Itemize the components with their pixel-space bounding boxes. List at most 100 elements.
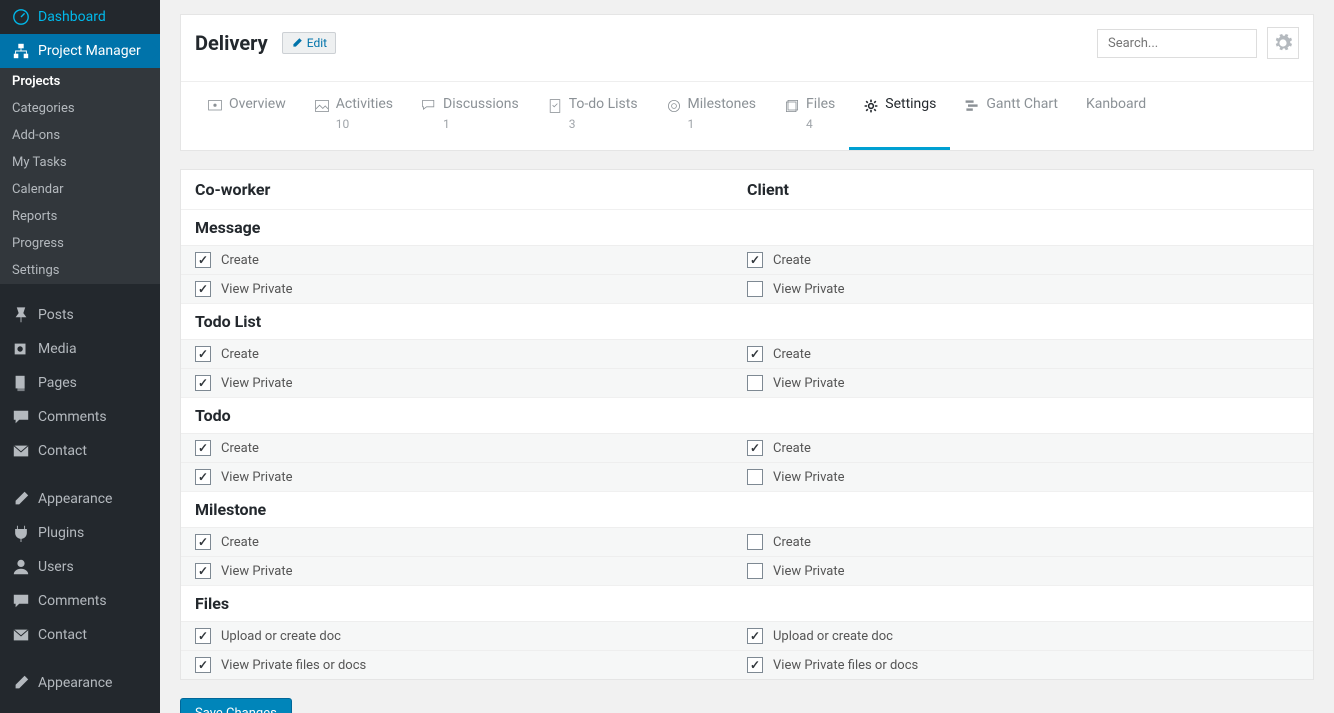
nav-comments-2[interactable]: Comments <box>0 584 160 618</box>
milestones-count: 1 <box>688 117 757 131</box>
search-input[interactable] <box>1097 29 1257 58</box>
row-files-vp: View Private files or docsView Private f… <box>181 650 1313 679</box>
cb-cw-milestone-create[interactable] <box>195 534 211 550</box>
brush-icon <box>12 490 30 508</box>
nav-contact-2[interactable]: Contact <box>0 618 160 652</box>
cb-cl-milestone-vp[interactable] <box>747 563 763 579</box>
admin-sidebar: Dashboard Project Manager Projects Categ… <box>0 0 160 713</box>
nav-media[interactable]: Media <box>0 332 160 366</box>
nav-contact[interactable]: Contact <box>0 434 160 468</box>
row-todo-create: CreateCreate <box>181 433 1313 462</box>
cb-cl-files-vp[interactable] <box>747 657 763 673</box>
nav-sub-projects[interactable]: Projects <box>0 68 160 95</box>
cb-cl-todolist-vp[interactable] <box>747 375 763 391</box>
comment-icon <box>12 592 30 610</box>
pin-icon <box>12 306 30 324</box>
nav-appearance-2[interactable]: Appearance <box>0 666 160 700</box>
nav-plugins[interactable]: Plugins <box>0 516 160 550</box>
comment-icon <box>12 408 30 426</box>
cb-cw-message-vp[interactable] <box>195 281 211 297</box>
page-icon <box>12 374 30 392</box>
nav-sub-settings[interactable]: Settings <box>0 257 160 284</box>
gantt-icon <box>964 98 980 114</box>
tab-gantt[interactable]: Gantt Chart <box>950 82 1072 150</box>
nav-users[interactable]: Users <box>0 550 160 584</box>
nav-comments[interactable]: Comments <box>0 400 160 434</box>
pencil-icon <box>291 37 303 49</box>
overview-icon <box>207 98 223 114</box>
user-icon <box>12 558 30 576</box>
sitemap-icon <box>12 42 30 60</box>
mail-icon <box>12 442 30 460</box>
cb-cw-todolist-create[interactable] <box>195 346 211 362</box>
section-todolist: Todo List <box>181 303 1313 339</box>
row-message-vp: View PrivateView Private <box>181 274 1313 303</box>
nav-pages[interactable]: Pages <box>0 366 160 400</box>
nav-sub-progress[interactable]: Progress <box>0 230 160 257</box>
gear-icon <box>863 98 879 114</box>
row-todo-vp: View PrivateView Private <box>181 462 1313 491</box>
cb-cl-todo-vp[interactable] <box>747 469 763 485</box>
media-icon <box>12 340 30 358</box>
settings-gear-button[interactable] <box>1267 27 1299 59</box>
row-todolist-vp: View PrivateView Private <box>181 368 1313 397</box>
cb-cw-files-upload[interactable] <box>195 628 211 644</box>
files-icon <box>784 98 800 114</box>
section-todo: Todo <box>181 397 1313 433</box>
edit-button[interactable]: Edit <box>282 32 336 54</box>
section-milestone: Milestone <box>181 491 1313 527</box>
tab-settings[interactable]: Settings <box>849 82 950 150</box>
gear-icon <box>1274 34 1292 52</box>
row-message-create: CreateCreate <box>181 245 1313 274</box>
row-milestone-create: CreateCreate <box>181 527 1313 556</box>
section-message: Message <box>181 209 1313 245</box>
col-client: Client <box>747 180 1299 199</box>
image-icon <box>314 98 330 114</box>
nav-posts[interactable]: Posts <box>0 298 160 332</box>
nav-sub-calendar[interactable]: Calendar <box>0 176 160 203</box>
nav-sub-reports[interactable]: Reports <box>0 203 160 230</box>
nav-pm-submenu: Projects Categories Add-ons My Tasks Cal… <box>0 68 160 284</box>
activities-count: 10 <box>336 117 393 131</box>
nav-sub-addons[interactable]: Add-ons <box>0 122 160 149</box>
files-count: 4 <box>806 117 835 131</box>
brush-icon <box>12 674 30 692</box>
tab-activities[interactable]: Activities10 <box>300 82 407 150</box>
nav-sub-mytasks[interactable]: My Tasks <box>0 149 160 176</box>
discussions-count: 1 <box>443 117 519 131</box>
save-changes-button[interactable]: Save Changes <box>180 698 292 713</box>
target-icon <box>666 98 682 114</box>
dashboard-icon <box>12 8 30 26</box>
mail-icon <box>12 626 30 644</box>
section-files: Files <box>181 585 1313 621</box>
todolists-count: 3 <box>569 117 638 131</box>
tab-todolists[interactable]: To-do Lists3 <box>533 82 652 150</box>
cb-cw-todolist-vp[interactable] <box>195 375 211 391</box>
nav-project-manager[interactable]: Project Manager <box>0 34 160 68</box>
tab-milestones[interactable]: Milestones1 <box>652 82 771 150</box>
cb-cw-todo-create[interactable] <box>195 440 211 456</box>
cb-cw-files-vp[interactable] <box>195 657 211 673</box>
row-todolist-create: CreateCreate <box>181 339 1313 368</box>
nav-sub-categories[interactable]: Categories <box>0 95 160 122</box>
cb-cw-message-create[interactable] <box>195 252 211 268</box>
cb-cl-files-upload[interactable] <box>747 628 763 644</box>
cb-cw-milestone-vp[interactable] <box>195 563 211 579</box>
tab-files[interactable]: Files4 <box>770 82 849 150</box>
permissions-grid: Co-worker Client Message CreateCreate Vi… <box>180 169 1314 680</box>
cb-cl-todo-create[interactable] <box>747 440 763 456</box>
grid-header: Co-worker Client <box>181 170 1313 209</box>
tab-kanboard[interactable]: Kanboard <box>1072 82 1160 150</box>
clipboard-icon <box>547 98 563 114</box>
cb-cw-todo-vp[interactable] <box>195 469 211 485</box>
cb-cl-message-create[interactable] <box>747 252 763 268</box>
tab-discussions[interactable]: Discussions1 <box>407 82 533 150</box>
cb-cl-message-vp[interactable] <box>747 281 763 297</box>
plug-icon <box>12 524 30 542</box>
tab-overview[interactable]: Overview <box>193 82 300 150</box>
cb-cl-milestone-create[interactable] <box>747 534 763 550</box>
chat-icon <box>421 98 437 114</box>
nav-dashboard[interactable]: Dashboard <box>0 0 160 34</box>
cb-cl-todolist-create[interactable] <box>747 346 763 362</box>
nav-appearance[interactable]: Appearance <box>0 482 160 516</box>
